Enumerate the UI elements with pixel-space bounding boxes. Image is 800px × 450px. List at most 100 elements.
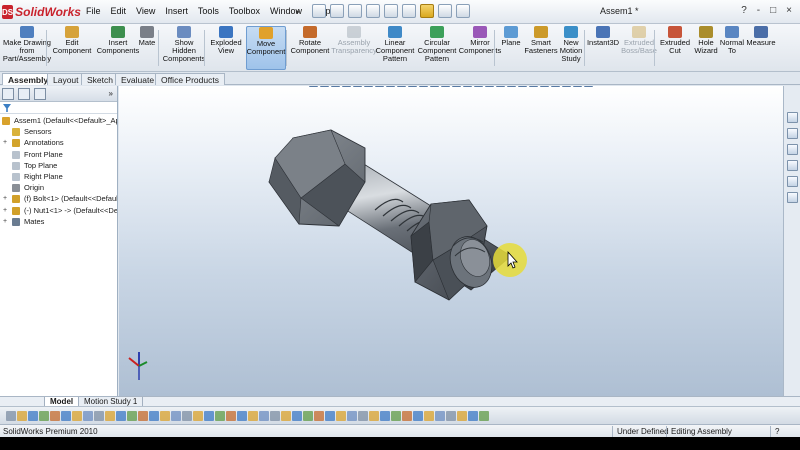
command-drawing-button[interactable]: Make Drawing from Part/Assembly [3, 26, 51, 70]
sketch-tool-icon[interactable] [303, 411, 313, 421]
menu-file[interactable]: File [86, 6, 101, 16]
expand-panel-icon[interactable]: » [109, 89, 113, 98]
sketch-tool-icon[interactable] [149, 411, 159, 421]
tab-sketch[interactable]: Sketch [81, 73, 119, 85]
feature-filter[interactable] [0, 102, 117, 114]
command-rotate-component-button[interactable]: Rotate Component [290, 26, 330, 70]
command-show-hidden-button[interactable]: Show Hidden Components [163, 26, 205, 70]
sketch-tool-icon[interactable] [171, 411, 181, 421]
save-icon[interactable] [348, 4, 362, 18]
feature-tree-item[interactable]: Front Plane [0, 149, 117, 160]
property-manager-tab-icon[interactable] [18, 88, 30, 100]
sketch-tool-icon[interactable] [325, 411, 335, 421]
sketch-tool-icon[interactable] [127, 411, 137, 421]
feature-tree-tab-icon[interactable] [2, 88, 14, 100]
sketch-tool-icon[interactable] [204, 411, 214, 421]
command-normal-to-button[interactable]: Normal To [720, 26, 744, 70]
configuration-manager-tab-icon[interactable] [34, 88, 46, 100]
command-exploded-view-button[interactable]: Exploded View [210, 26, 242, 70]
sketch-tool-icon[interactable] [380, 411, 390, 421]
feature-tree-item[interactable]: Top Plane [0, 160, 117, 171]
sketch-tool-icon[interactable] [6, 411, 16, 421]
sketch-tool-icon[interactable] [72, 411, 82, 421]
command-motion-study-button[interactable]: New Motion Study [558, 26, 584, 70]
sketch-tool-icon[interactable] [215, 411, 225, 421]
command-mate-button[interactable]: Mate [136, 26, 158, 70]
command-linear-pattern-button[interactable]: Linear Component Pattern [376, 26, 414, 70]
assembly-model[interactable] [119, 86, 783, 396]
sketch-tool-icon[interactable] [138, 411, 148, 421]
sketch-tool-icon[interactable] [314, 411, 324, 421]
sketch-tool-icon[interactable] [424, 411, 434, 421]
graphics-area[interactable] [119, 86, 783, 396]
tab-layout[interactable]: Layout [47, 73, 85, 85]
sketch-tool-icon[interactable] [193, 411, 203, 421]
help-button[interactable]: ? [741, 5, 747, 16]
design-library-icon[interactable] [787, 128, 798, 139]
feature-tree-item[interactable]: Assem1 (Default<<Default>_App [0, 115, 117, 126]
feature-tree-item[interactable]: Right Plane [0, 171, 117, 182]
nut-body[interactable] [410, 199, 499, 301]
custom-properties-icon[interactable] [787, 192, 798, 203]
expand-icon[interactable]: + [3, 137, 7, 148]
feature-tree-item[interactable]: + (f) Bolt<1> (Default<<Defaul [0, 193, 117, 204]
rebuild-icon[interactable] [420, 4, 434, 18]
file-explorer-icon[interactable] [787, 144, 798, 155]
sketch-tool-icon[interactable] [83, 411, 93, 421]
command-smart-fasteners-button[interactable]: Smart Fasteners [524, 26, 558, 70]
select-icon[interactable] [402, 4, 416, 18]
command-circular-pattern-button[interactable]: Circular Component Pattern [418, 26, 456, 70]
command-measure-button[interactable]: Measure [746, 26, 776, 70]
menu-insert[interactable]: Insert [165, 6, 188, 16]
open-icon[interactable] [330, 4, 344, 18]
command-hole-wizard-button[interactable]: Hole Wizard [694, 26, 718, 70]
sketch-tool-icon[interactable] [391, 411, 401, 421]
command-instant3d-button[interactable]: Instant3D [587, 26, 619, 70]
minimize-button[interactable]: - [757, 5, 760, 16]
view-palette-icon[interactable] [787, 160, 798, 171]
sketch-tool-icon[interactable] [105, 411, 115, 421]
status-help-icon[interactable]: ? [770, 426, 779, 437]
sketch-tool-icon[interactable] [358, 411, 368, 421]
undo-icon[interactable] [384, 4, 398, 18]
command-plane-button[interactable]: Plane [500, 26, 522, 70]
feature-tree-item[interactable]: Origin [0, 182, 117, 193]
sketch-tool-icon[interactable] [292, 411, 302, 421]
sketch-tool-icon[interactable] [116, 411, 126, 421]
sketch-tool-icon[interactable] [446, 411, 456, 421]
sketch-tool-icon[interactable] [28, 411, 38, 421]
command-extruded-boss-button[interactable]: Extruded Boss/Base [621, 26, 657, 70]
expand-icon[interactable]: + [3, 193, 7, 204]
menu-tools[interactable]: Tools [198, 6, 219, 16]
close-button[interactable]: × [786, 5, 792, 16]
feature-tree-item[interactable]: + Annotations [0, 137, 117, 148]
command-extruded-cut-button[interactable]: Extruded Cut [658, 26, 692, 70]
sketch-tool-icon[interactable] [435, 411, 445, 421]
feature-tree-item[interactable]: Sensors [0, 126, 117, 137]
sketch-tool-icon[interactable] [281, 411, 291, 421]
home-resources-icon[interactable] [787, 112, 798, 123]
menu-toolbox[interactable]: Toolbox [229, 6, 260, 16]
sketch-tool-icon[interactable] [17, 411, 27, 421]
feature-tree-item[interactable]: + Mates [0, 216, 117, 227]
menu-edit[interactable]: Edit [111, 6, 127, 16]
sketch-tool-icon[interactable] [413, 411, 423, 421]
print-icon[interactable] [366, 4, 380, 18]
sketch-tool-icon[interactable] [270, 411, 280, 421]
expand-icon[interactable]: + [3, 216, 7, 227]
sketch-tool-icon[interactable] [457, 411, 467, 421]
options-icon[interactable] [456, 4, 470, 18]
command-move-component-button[interactable]: Move Component [246, 26, 286, 70]
sketch-tool-icon[interactable] [336, 411, 346, 421]
feature-tree-item[interactable]: + (-) Nut1<1> -> (Default<<De [0, 205, 117, 216]
menu-pin-icon[interactable]: ▸ [296, 7, 300, 16]
sketch-tool-icon[interactable] [39, 411, 49, 421]
menu-view[interactable]: View [136, 6, 155, 16]
reference-triad-icon[interactable] [128, 352, 148, 380]
sketch-tool-icon[interactable] [468, 411, 478, 421]
file-properties-icon[interactable] [438, 4, 452, 18]
sketch-tool-icon[interactable] [479, 411, 489, 421]
command-transparency-button[interactable]: Assembly Transparency [331, 26, 377, 70]
sketch-tool-icon[interactable] [160, 411, 170, 421]
sketch-tool-icon[interactable] [226, 411, 236, 421]
